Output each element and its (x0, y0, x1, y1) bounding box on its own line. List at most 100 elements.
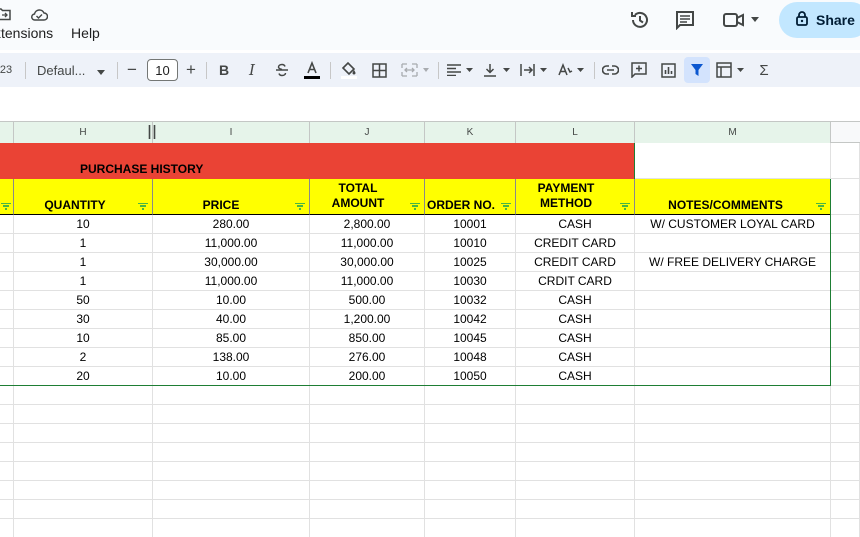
table-cell-notes[interactable]: W/ CUSTOMER LOYAL CARD (635, 215, 831, 234)
empty-cell[interactable] (310, 424, 425, 443)
functions-button[interactable]: Σ (756, 53, 772, 87)
empty-cell[interactable] (516, 462, 635, 481)
table-cell-notes[interactable] (635, 310, 831, 329)
table-cell-order[interactable]: 10025 (425, 253, 516, 272)
empty-cell[interactable] (516, 500, 635, 519)
vertical-align-icon[interactable] (482, 53, 512, 87)
empty-cell[interactable] (14, 386, 153, 405)
empty-cell[interactable] (14, 519, 153, 537)
table-cell-method[interactable]: CASH (516, 367, 635, 386)
table-cell-order[interactable]: 10030 (425, 272, 516, 291)
table-cell-total[interactable]: 276.00 (310, 348, 425, 367)
header-cell-price[interactable]: PRICE (153, 179, 310, 215)
filter-icon[interactable] (687, 53, 707, 87)
empty-cell[interactable] (831, 500, 860, 519)
empty-cell[interactable] (14, 424, 153, 443)
table-cell-method[interactable]: CASH (516, 310, 635, 329)
table-cell-price[interactable]: 138.00 (153, 348, 310, 367)
column-header-i[interactable]: I (153, 122, 310, 143)
column-header-k[interactable]: K (425, 122, 516, 143)
table-cell-qty[interactable]: 1 (14, 234, 153, 253)
filter-icon[interactable] (295, 203, 305, 210)
empty-cell[interactable] (0, 500, 14, 519)
empty-cell[interactable] (831, 386, 860, 405)
table-cell-qty[interactable]: 1 (14, 253, 153, 272)
table-cell-price[interactable]: 280.00 (153, 215, 310, 234)
filter-icon[interactable] (410, 203, 420, 210)
empty-cell[interactable] (153, 462, 310, 481)
table-cell[interactable] (831, 253, 860, 272)
table-cell[interactable] (831, 310, 860, 329)
table-cell[interactable] (831, 215, 860, 234)
empty-cell[interactable] (14, 500, 153, 519)
table-cell-notes[interactable] (635, 367, 831, 386)
empty-cell[interactable] (14, 405, 153, 424)
header-cell-payment-method[interactable]: PAYMENT METHOD (516, 179, 635, 215)
table-cell-qty[interactable]: 50 (14, 291, 153, 310)
table-cell-notes[interactable] (635, 291, 831, 310)
empty-cell[interactable] (831, 462, 860, 481)
empty-cell[interactable] (635, 405, 831, 424)
empty-cell[interactable] (310, 405, 425, 424)
table-cell[interactable] (0, 348, 14, 367)
empty-cell[interactable] (310, 500, 425, 519)
table-cell[interactable] (831, 291, 860, 310)
increase-font-size-button[interactable]: + (183, 53, 199, 87)
table-cell[interactable] (0, 329, 14, 348)
fill-color-icon[interactable] (339, 53, 359, 87)
empty-cell[interactable] (14, 462, 153, 481)
filter-views-icon[interactable] (715, 53, 747, 87)
table-cell[interactable] (0, 272, 14, 291)
table-cell-total[interactable]: 1,200.00 (310, 310, 425, 329)
column-resize-handle[interactable] (148, 125, 156, 139)
empty-cell[interactable] (310, 462, 425, 481)
table-cell-order[interactable]: 10010 (425, 234, 516, 253)
empty-cell[interactable] (635, 519, 831, 537)
table-cell-total[interactable]: 2,800.00 (310, 215, 425, 234)
empty-cell[interactable] (635, 481, 831, 500)
empty-cell[interactable] (635, 386, 831, 405)
table-cell-total[interactable]: 850.00 (310, 329, 425, 348)
text-rotation-icon[interactable] (556, 53, 586, 87)
table-cell-price[interactable]: 40.00 (153, 310, 310, 329)
table-cell-qty[interactable]: 30 (14, 310, 153, 329)
table-cell-price[interactable]: 10.00 (153, 367, 310, 386)
filter-icon[interactable] (816, 203, 826, 210)
insert-link-icon[interactable] (600, 53, 620, 87)
filter-icon[interactable] (501, 203, 511, 210)
grid-cell[interactable] (635, 143, 831, 179)
spreadsheet-grid[interactable]: PURCHASE HISTORY QUANTITY PRICE TOTAL AM… (0, 143, 860, 537)
italic-button[interactable]: I (244, 53, 260, 87)
empty-cell[interactable] (516, 519, 635, 537)
share-button[interactable]: Share (779, 2, 860, 38)
empty-cell[interactable] (14, 443, 153, 462)
empty-cell[interactable] (0, 405, 14, 424)
grid-cell[interactable] (831, 179, 860, 215)
table-cell-order[interactable]: 10048 (425, 348, 516, 367)
version-history-icon[interactable] (628, 8, 652, 32)
text-wrapping-icon[interactable] (519, 53, 549, 87)
empty-cell[interactable] (635, 424, 831, 443)
borders-icon[interactable] (370, 53, 388, 87)
table-cell-total[interactable]: 500.00 (310, 291, 425, 310)
header-cell-g[interactable] (0, 179, 14, 215)
empty-cell[interactable] (0, 386, 14, 405)
table-cell-order[interactable]: 10050 (425, 367, 516, 386)
empty-cell[interactable] (310, 386, 425, 405)
empty-cell[interactable] (425, 500, 516, 519)
empty-cell[interactable] (153, 443, 310, 462)
cloud-saved-icon[interactable] (30, 5, 48, 23)
move-to-folder-icon[interactable] (0, 5, 12, 23)
empty-cell[interactable] (425, 481, 516, 500)
empty-cell[interactable] (516, 481, 635, 500)
table-cell[interactable] (0, 367, 14, 386)
table-cell-notes[interactable]: W/ FREE DELIVERY CHARGE (635, 253, 831, 272)
empty-cell[interactable] (0, 424, 14, 443)
table-cell-method[interactable]: CREDIT CARD (516, 234, 635, 253)
table-cell-price[interactable]: 11,000.00 (153, 234, 310, 253)
column-header-n[interactable] (831, 122, 860, 143)
insert-chart-icon[interactable] (658, 53, 678, 87)
table-cell[interactable] (0, 291, 14, 310)
empty-cell[interactable] (153, 481, 310, 500)
empty-cell[interactable] (516, 443, 635, 462)
